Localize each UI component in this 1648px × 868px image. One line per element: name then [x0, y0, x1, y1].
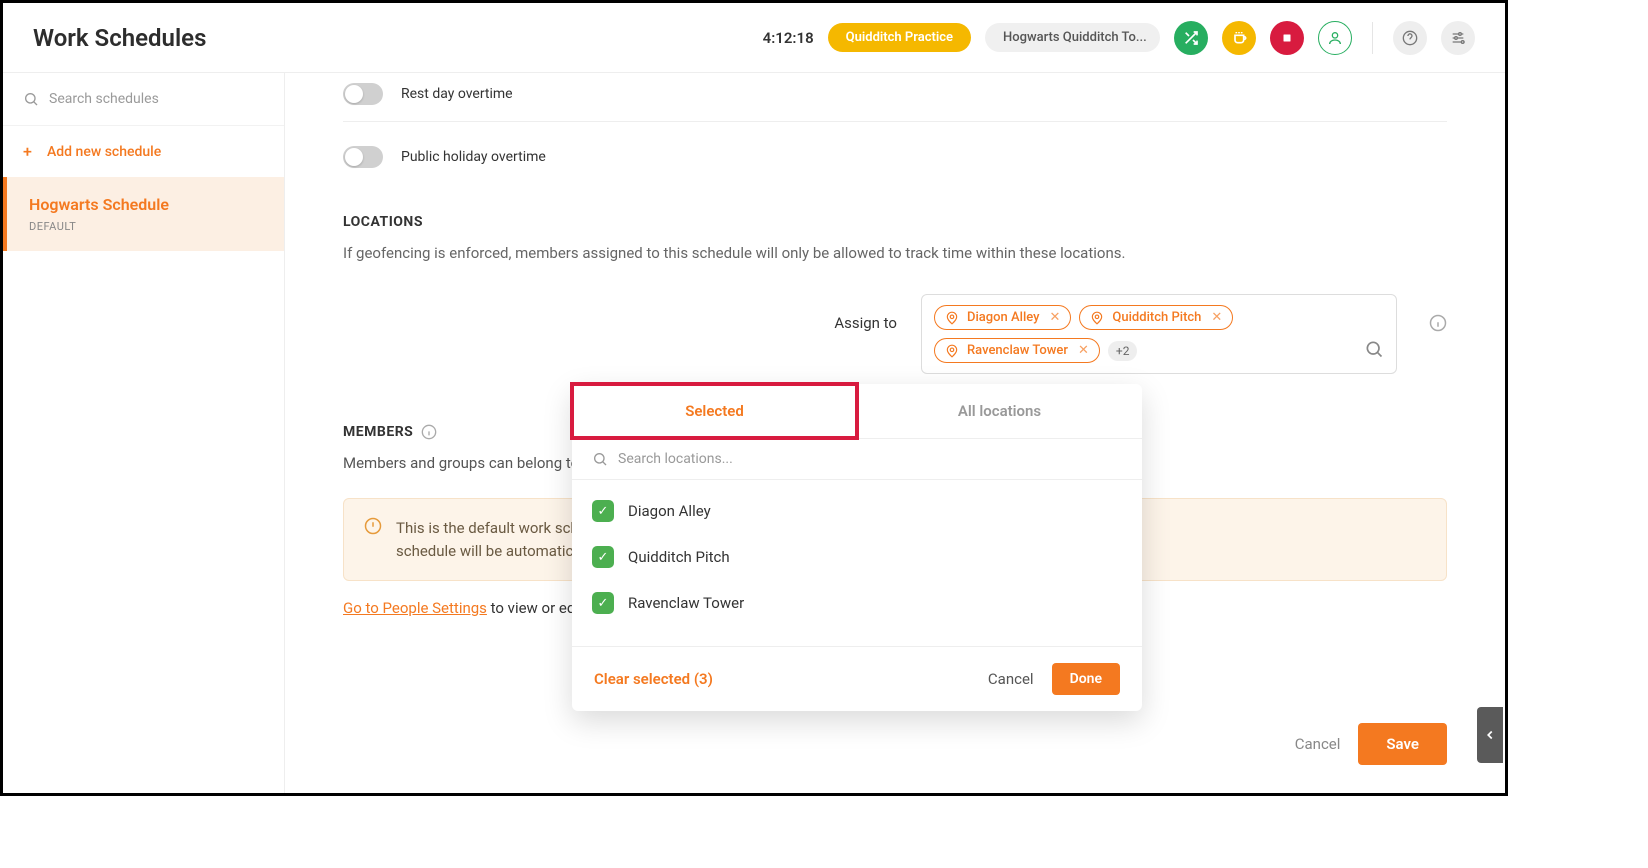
header: Work Schedules 4:12:18 Quidditch Practic… [3, 3, 1505, 73]
search-icon [592, 451, 608, 467]
chip-remove-icon[interactable]: ✕ [1211, 310, 1222, 325]
stop-icon [1281, 32, 1293, 44]
help-button[interactable] [1393, 21, 1427, 55]
assign-search-icon[interactable] [1364, 339, 1384, 363]
activity-pill[interactable]: Quidditch Practice [828, 23, 971, 52]
coffee-icon [1231, 30, 1247, 46]
add-schedule-label: Add new schedule [47, 144, 161, 160]
add-schedule-link[interactable]: + Add new schedule [3, 126, 284, 177]
chip-diagon-alley[interactable]: Diagon Alley ✕ [934, 305, 1071, 330]
search-icon [1364, 339, 1384, 359]
page-title: Work Schedules [33, 24, 206, 52]
chip-ravenclaw-tower[interactable]: Ravenclaw Tower ✕ [934, 338, 1100, 363]
info-icon[interactable] [1429, 314, 1447, 332]
location-icon [945, 344, 959, 358]
clear-selected-button[interactable]: Clear selected (3) [594, 670, 713, 688]
alert-icon [364, 517, 382, 562]
plus-icon: + [23, 142, 37, 161]
location-icon [945, 311, 959, 325]
toggle-public-holiday-row: Public holiday overtime [343, 122, 1447, 184]
save-button[interactable]: Save [1358, 723, 1447, 765]
project-pill[interactable]: Hogwarts Quidditch To... [985, 23, 1160, 52]
search-icon [23, 91, 39, 107]
dropdown-list: ✓ Diagon Alley ✓ Quidditch Pitch ✓ Raven… [572, 480, 1142, 646]
assign-label: Assign to [817, 294, 897, 332]
user-button[interactable] [1318, 21, 1352, 55]
cancel-button[interactable]: Cancel [1295, 735, 1341, 753]
checkbox-checked-icon[interactable]: ✓ [592, 592, 614, 614]
checkbox-checked-icon[interactable]: ✓ [592, 500, 614, 522]
dropdown-search[interactable]: Search locations... [572, 439, 1142, 480]
dropdown-done-button[interactable]: Done [1052, 663, 1120, 695]
people-settings-link[interactable]: Go to People Settings [343, 599, 487, 617]
dropdown-footer: Clear selected (3) Cancel Done [572, 646, 1142, 711]
dropdown-cancel-button[interactable]: Cancel [988, 670, 1034, 688]
coffee-button[interactable] [1222, 21, 1256, 55]
toggle-rest-day-row: Rest day overtime [343, 73, 1447, 122]
schedule-name: Hogwarts Schedule [29, 195, 262, 214]
locations-heading: LOCATIONS [343, 214, 1447, 230]
assign-row: Assign to Diagon Alley ✕ Quidditch Pitch… [343, 294, 1447, 374]
toggle-rest-day-label: Rest day overtime [401, 86, 513, 102]
toggle-public-holiday[interactable] [343, 146, 383, 168]
toggle-public-holiday-label: Public holiday overtime [401, 149, 546, 165]
dropdown-search-placeholder: Search locations... [618, 451, 733, 467]
checkbox-checked-icon[interactable]: ✓ [592, 546, 614, 568]
banner-text: This is the default work sched schedule … [396, 517, 596, 562]
chip-quidditch-pitch[interactable]: Quidditch Pitch ✕ [1079, 305, 1233, 330]
stop-button[interactable] [1270, 21, 1304, 55]
sidebar-search[interactable]: Search schedules [3, 73, 284, 126]
members-heading: MEMBERS [343, 424, 413, 440]
chip-remove-icon[interactable]: ✕ [1078, 343, 1089, 358]
settings-button[interactable] [1441, 21, 1475, 55]
side-collapse-tab[interactable] [1477, 707, 1503, 763]
tab-selected[interactable]: Selected [572, 384, 857, 438]
chip-more[interactable]: +2 [1108, 341, 1138, 361]
user-icon [1327, 30, 1343, 46]
timer: 4:12:18 [763, 29, 814, 47]
schedule-tag: DEFAULT [29, 220, 262, 233]
sidebar-search-placeholder: Search schedules [49, 91, 159, 107]
sliders-icon [1450, 30, 1466, 46]
list-item[interactable]: ✓ Quidditch Pitch [586, 534, 1128, 580]
header-right: 4:12:18 Quidditch Practice Hogwarts Quid… [763, 21, 1475, 55]
toggle-rest-day[interactable] [343, 83, 383, 105]
tab-all-locations[interactable]: All locations [857, 384, 1142, 438]
assign-input[interactable]: Diagon Alley ✕ Quidditch Pitch ✕ Ravencl… [921, 294, 1397, 374]
footer-buttons: Cancel Save [1295, 723, 1447, 765]
location-icon [1090, 311, 1104, 325]
main: Rest day overtime Public holiday overtim… [285, 73, 1505, 793]
chevron-left-icon [1483, 728, 1497, 742]
info-icon[interactable] [421, 424, 437, 440]
sidebar-item-hogwarts[interactable]: Hogwarts Schedule DEFAULT [3, 177, 284, 251]
list-item[interactable]: ✓ Ravenclaw Tower [586, 580, 1128, 626]
shuffle-icon [1183, 30, 1199, 46]
chip-remove-icon[interactable]: ✕ [1050, 310, 1061, 325]
locations-description: If geofencing is enforced, members assig… [343, 244, 1447, 262]
sidebar: Search schedules + Add new schedule Hogw… [3, 73, 285, 793]
help-icon [1402, 30, 1418, 46]
shuffle-button[interactable] [1174, 21, 1208, 55]
divider [1372, 22, 1373, 54]
locations-dropdown: Selected All locations Search locations.… [572, 384, 1142, 711]
list-item[interactable]: ✓ Diagon Alley [586, 488, 1128, 534]
dropdown-tabs: Selected All locations [572, 384, 1142, 439]
